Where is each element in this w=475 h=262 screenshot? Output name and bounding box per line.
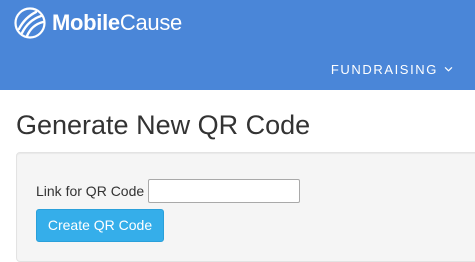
mobilecause-logo[interactable]: MobileCause (14, 6, 182, 40)
qr-form-panel: Link for QR Code Create QR Code (16, 152, 475, 262)
page-title: Generate New QR Code (16, 110, 311, 140)
chevron-down-icon (444, 67, 453, 72)
create-qr-code-button[interactable]: Create QR Code (36, 209, 164, 242)
nav-fundraising-label: FUNDRAISING (330, 62, 438, 77)
brand-name: MobileCause (52, 6, 182, 40)
nav-fundraising[interactable]: FUNDRAISING (331, 62, 453, 77)
brand-name-light: Cause (119, 10, 182, 35)
globe-logo-icon (14, 7, 46, 39)
link-field-label: Link for QR Code (36, 183, 145, 199)
link-field-row: Link for QR Code (36, 179, 301, 203)
top-header: MobileCause FUNDRAISING (0, 0, 475, 90)
link-input[interactable] (148, 179, 301, 203)
brand-name-bold: Mobile (52, 10, 120, 35)
